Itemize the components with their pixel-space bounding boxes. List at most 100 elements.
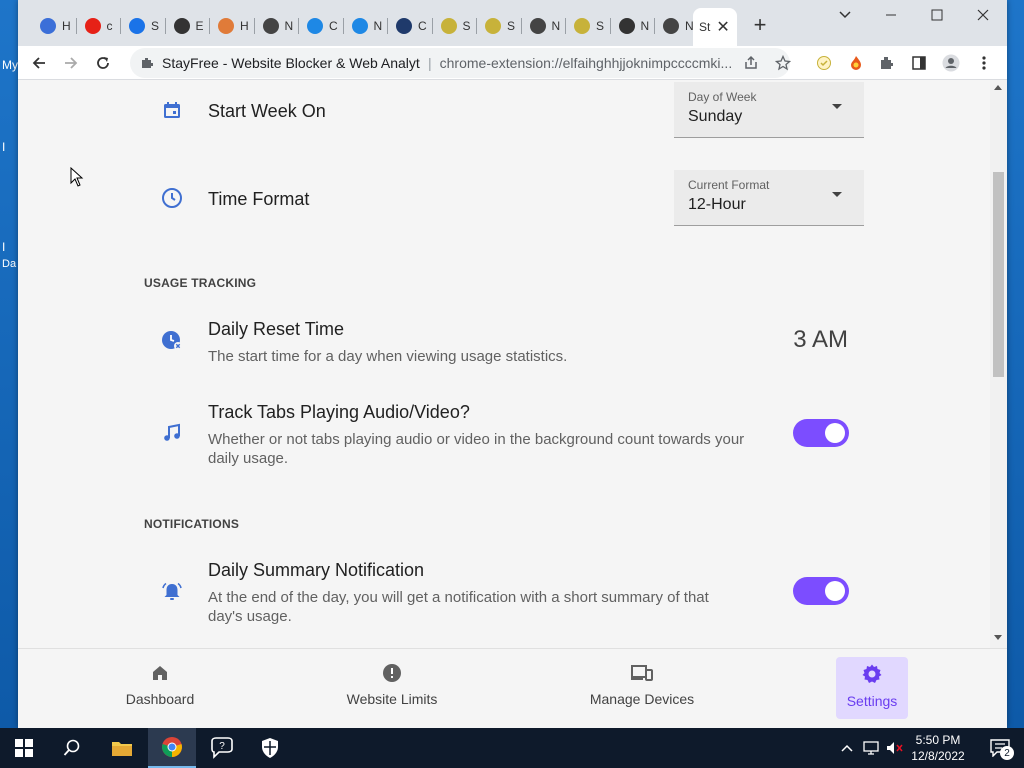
- chevron-up-icon: [841, 744, 853, 752]
- maximize-button[interactable]: [915, 4, 959, 26]
- help-button[interactable]: ?: [198, 728, 246, 768]
- clock-time: 5:50 PM: [915, 733, 961, 747]
- tab-title: S: [507, 19, 516, 33]
- chrome-icon: [262, 18, 279, 34]
- browser-tab[interactable]: N: [522, 12, 567, 40]
- browser-tab[interactable]: N: [255, 12, 300, 40]
- tab-title: H: [240, 19, 249, 33]
- calendar-icon: [160, 98, 184, 122]
- reload-icon: [97, 57, 109, 69]
- browser-tab[interactable]: H: [32, 12, 77, 40]
- browser-tab[interactable]: c: [77, 12, 122, 40]
- desktop-icon-label[interactable]: Da: [2, 258, 16, 270]
- security-button[interactable]: [246, 728, 294, 768]
- taskbar: ? 5:50 PM 12/8/2022 2: [0, 728, 1024, 768]
- time-format-title: Time Format: [208, 189, 310, 209]
- nav-settings[interactable]: Settings: [836, 657, 908, 719]
- nav-label: Dashboard: [125, 691, 195, 707]
- browser-tab[interactable]: S: [477, 12, 522, 40]
- scroll-up-arrow-icon[interactable]: [994, 85, 1002, 90]
- nav-label: Settings: [846, 693, 898, 709]
- browser-toolbar: StayFree - Website Blocker & Web Analyt …: [18, 46, 1007, 80]
- browser-tab[interactable]: H: [210, 12, 255, 40]
- side-panel-button[interactable]: [908, 52, 930, 74]
- vertical-scrollbar[interactable]: [990, 80, 1007, 648]
- minimize-icon: [886, 14, 896, 16]
- extensions-button[interactable]: [876, 52, 898, 74]
- browser-tab[interactable]: E: [166, 12, 211, 40]
- browser-tab[interactable]: S: [121, 12, 166, 40]
- file-explorer-button[interactable]: [98, 728, 146, 768]
- youtube-icon: [84, 18, 101, 34]
- back-button[interactable]: [26, 50, 52, 76]
- site-name: StayFree - Website Blocker & Web Analyt: [162, 55, 420, 71]
- address-bar[interactable]: StayFree - Website Blocker & Web Analyt …: [130, 48, 790, 78]
- dropdown-arrow-icon: [832, 192, 842, 197]
- search-icon: [63, 739, 80, 756]
- desktop-icon-label[interactable]: I: [2, 240, 5, 254]
- chat-help-icon: ?: [211, 737, 233, 759]
- network-button[interactable]: [860, 728, 882, 768]
- toggle-knob: [825, 581, 845, 601]
- volume-button[interactable]: [884, 728, 906, 768]
- daily-summary-toggle[interactable]: [793, 577, 849, 605]
- taskbar-clock[interactable]: 5:50 PM 12/8/2022: [908, 732, 968, 764]
- side-panel-icon: [912, 56, 926, 70]
- browser-tab[interactable]: C: [388, 12, 433, 40]
- start-button[interactable]: [0, 728, 48, 768]
- action-center-button[interactable]: 2: [976, 728, 1024, 768]
- history-icon: [40, 18, 56, 34]
- browser-tab[interactable]: N: [611, 12, 656, 40]
- chrome-taskbar-button[interactable]: [148, 728, 196, 768]
- minimize-button[interactable]: [869, 4, 913, 26]
- forward-arrow-icon: [65, 57, 78, 69]
- nav-label: Manage Devices: [589, 691, 695, 707]
- toggle-knob: [825, 423, 845, 443]
- share-button[interactable]: [740, 52, 762, 74]
- time-format-select[interactable]: Current Format 12-Hour: [674, 170, 864, 226]
- day-of-week-select[interactable]: Day of Week Sunday: [674, 82, 864, 138]
- daily-reset-value[interactable]: 3 AM: [778, 326, 848, 354]
- desktop-icon-label[interactable]: I: [2, 140, 5, 154]
- scroll-down-arrow-icon[interactable]: [994, 635, 1002, 640]
- browser-tab[interactable]: N: [344, 12, 389, 40]
- share-icon: [745, 55, 757, 69]
- puzzle-icon: [881, 57, 893, 69]
- fire-extension-button[interactable]: [845, 52, 867, 74]
- track-tabs-toggle[interactable]: [793, 419, 849, 447]
- forward-button[interactable]: [58, 50, 84, 76]
- show-hidden-icons-button[interactable]: [836, 728, 858, 768]
- volume-muted-icon: [887, 742, 903, 754]
- browser-tab[interactable]: S: [433, 12, 478, 40]
- scrollbar-thumb[interactable]: [993, 172, 1004, 377]
- tab-title: N: [640, 19, 650, 33]
- browser-tab[interactable]: S: [566, 12, 611, 40]
- start-week-title: Start Week On: [208, 101, 326, 121]
- url-text[interactable]: chrome-extension://elfaihghhjjoknimpcccc…: [440, 55, 740, 71]
- nav-manage-devices[interactable]: Manage Devices: [586, 657, 698, 719]
- tab-strip: HcSEHNCNCSSNSNN St ✕ +: [18, 0, 1007, 46]
- nav-label: Website Limits: [346, 691, 438, 707]
- nav-website-limits[interactable]: Website Limits: [336, 657, 448, 719]
- tab-title: S: [596, 19, 605, 33]
- puzzle-icon: [142, 58, 153, 68]
- search-button[interactable]: [48, 728, 96, 768]
- dropdown-arrow-icon: [832, 104, 842, 109]
- close-tab-icon[interactable]: ✕: [716, 17, 729, 37]
- new-tab-button[interactable]: +: [748, 12, 772, 38]
- nav-dashboard[interactable]: Dashboard: [118, 657, 202, 719]
- desktop-icon-label[interactable]: My: [2, 58, 18, 72]
- reload-button[interactable]: [90, 50, 116, 76]
- tab-search-button[interactable]: [823, 4, 867, 26]
- active-tab[interactable]: St ✕: [693, 8, 737, 46]
- bookmark-button[interactable]: [772, 52, 794, 74]
- menu-button[interactable]: [973, 52, 995, 74]
- close-window-button[interactable]: [961, 4, 1005, 26]
- browser-tab[interactable]: C: [299, 12, 344, 40]
- clock-icon: [160, 186, 184, 210]
- stayfree-extension-button[interactable]: [813, 52, 835, 74]
- profile-button[interactable]: [940, 52, 962, 74]
- music-note-icon: [160, 421, 184, 445]
- svg-text:?: ?: [219, 741, 225, 752]
- tab-title: St: [699, 20, 711, 34]
